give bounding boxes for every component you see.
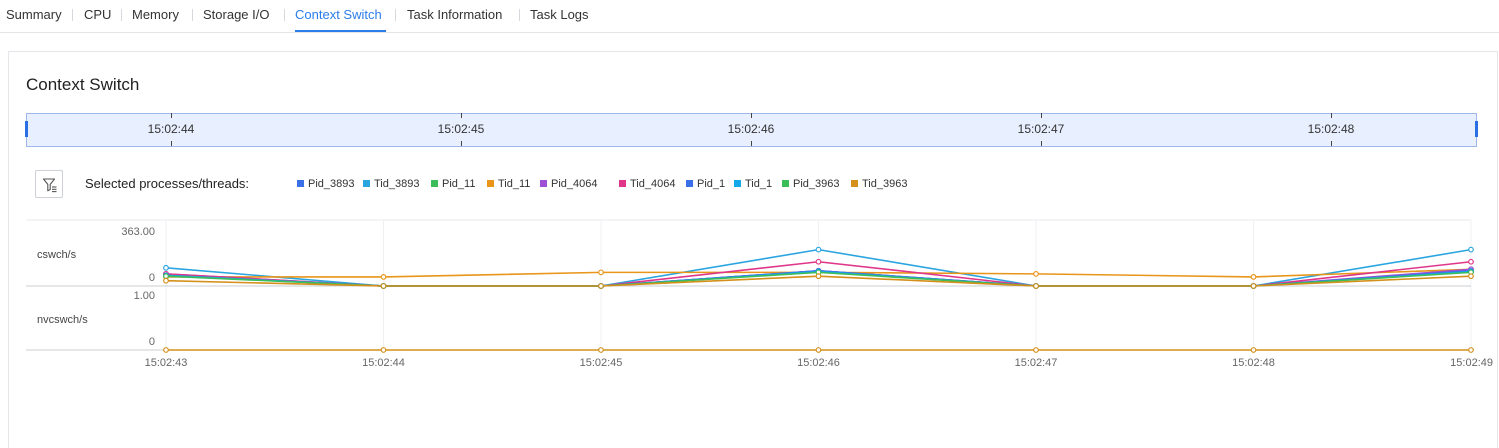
legend-item[interactable]: Pid_1 [686, 178, 725, 190]
tab-divider [519, 9, 520, 21]
legend-swatch [431, 180, 438, 187]
filter-button[interactable] [35, 170, 63, 198]
brush-handle-left[interactable] [25, 121, 28, 137]
legend-swatch [686, 180, 693, 187]
legend-swatch [619, 180, 626, 187]
legend-item[interactable]: Tid_1 [734, 178, 772, 190]
brush-time-label: 15:02:46 [727, 122, 775, 136]
data-point [1250, 274, 1257, 280]
legend-label: Tid_4064 [630, 178, 676, 190]
legend-label: Tid_3963 [862, 178, 908, 190]
y-max-label: 1.00 [134, 290, 155, 302]
data-point [1033, 347, 1039, 353]
data-point [380, 274, 387, 280]
data-point [815, 246, 822, 253]
legend-swatch [851, 180, 858, 187]
y-min-label: 0 [149, 272, 155, 284]
x-tick-label: 15:02:45 [580, 357, 623, 369]
x-tick-label: 15:02:46 [797, 357, 840, 369]
data-point [815, 273, 822, 280]
page-title: Context Switch [26, 75, 140, 94]
y-axis-title: cswch/s [37, 249, 77, 261]
context-switch-chart: 363.00 0 cswch/s 1.00 0 nvcswch/s 15:02:43 15:0… [26, 219, 1493, 369]
tab-task-information[interactable]: Task Information [407, 7, 502, 22]
tab-divider [121, 9, 122, 21]
data-point [598, 283, 604, 289]
x-tick-label: 15:02:49 [1450, 357, 1493, 369]
data-point [1468, 347, 1474, 353]
tab-divider [72, 9, 73, 21]
legend-item[interactable]: Pid_3893 [297, 178, 355, 190]
x-tick-label: 15:02:48 [1232, 357, 1275, 369]
x-tick-label: 15:02:43 [145, 357, 188, 369]
legend-item[interactable]: Tid_3963 [851, 178, 907, 190]
legend-item[interactable]: Tid_4064 [619, 178, 675, 190]
active-tab-indicator [295, 30, 386, 32]
legend-item[interactable]: Tid_3893 [363, 178, 419, 190]
data-point [1468, 246, 1474, 253]
data-point [1468, 258, 1474, 265]
data-point [163, 347, 169, 353]
legend-label: Tid_3893 [374, 178, 420, 190]
tab-bar: Summary CPU Memory Storage I/O Context S… [0, 0, 1499, 33]
legend-swatch [782, 180, 789, 187]
data-point [598, 269, 604, 276]
legend-swatch [487, 180, 494, 187]
tab-cpu[interactable]: CPU [84, 7, 111, 22]
y-axis-title: nvcswch/s [37, 314, 88, 326]
data-point [815, 347, 822, 353]
tab-divider [192, 9, 193, 21]
brush-time-label: 15:02:45 [437, 122, 485, 136]
selected-processes-label: Selected processes/threads: [85, 176, 250, 191]
tab-divider [395, 9, 396, 21]
data-point [380, 283, 387, 289]
data-point [163, 273, 169, 280]
legend-swatch [297, 180, 304, 187]
brush-handle-right[interactable] [1475, 121, 1478, 137]
x-tick-label: 15:02:44 [362, 357, 405, 369]
data-point [1033, 270, 1039, 277]
tab-memory[interactable]: Memory [132, 7, 179, 22]
data-point [163, 277, 169, 284]
data-point [1468, 273, 1474, 280]
legend-label: Pid_1 [697, 178, 726, 190]
brush-time-label: 15:02:44 [147, 122, 195, 136]
legend-label: Pid_3963 [793, 178, 840, 190]
legend-label: Pid_11 [442, 178, 476, 190]
brush-time-label: 15:02:48 [1307, 122, 1355, 136]
data-point [598, 347, 604, 353]
brush-time-label: 15:02:47 [1017, 122, 1065, 136]
data-point [1250, 283, 1257, 289]
legend-swatch [363, 180, 370, 187]
data-point [1033, 283, 1039, 289]
legend-label: Tid_1 [745, 178, 773, 190]
x-tick-label: 15:02:47 [1015, 357, 1058, 369]
legend-label: Pid_3893 [308, 178, 355, 190]
legend-item[interactable]: Pid_3963 [782, 178, 840, 190]
tab-context-switch[interactable]: Context Switch [295, 7, 382, 22]
data-point [163, 264, 169, 271]
data-point [380, 347, 387, 353]
legend-item[interactable]: Pid_4064 [540, 178, 598, 190]
tab-task-logs[interactable]: Task Logs [530, 7, 589, 22]
legend-item[interactable]: Pid_11 [431, 178, 475, 190]
data-point [815, 258, 822, 265]
legend-swatch [734, 180, 741, 187]
legend-item[interactable]: Tid_11 [487, 178, 530, 190]
tab-summary[interactable]: Summary [6, 7, 62, 22]
legend-label: Pid_4064 [551, 178, 598, 190]
tab-divider [284, 9, 285, 21]
y-max-label: 363.00 [121, 226, 155, 238]
tab-storage-io[interactable]: Storage I/O [203, 7, 269, 22]
data-point [1250, 347, 1257, 353]
y-min-label: 0 [149, 336, 155, 348]
legend-swatch [540, 180, 547, 187]
legend-label: Tid_11 [498, 178, 531, 190]
filter-icon [42, 178, 57, 193]
